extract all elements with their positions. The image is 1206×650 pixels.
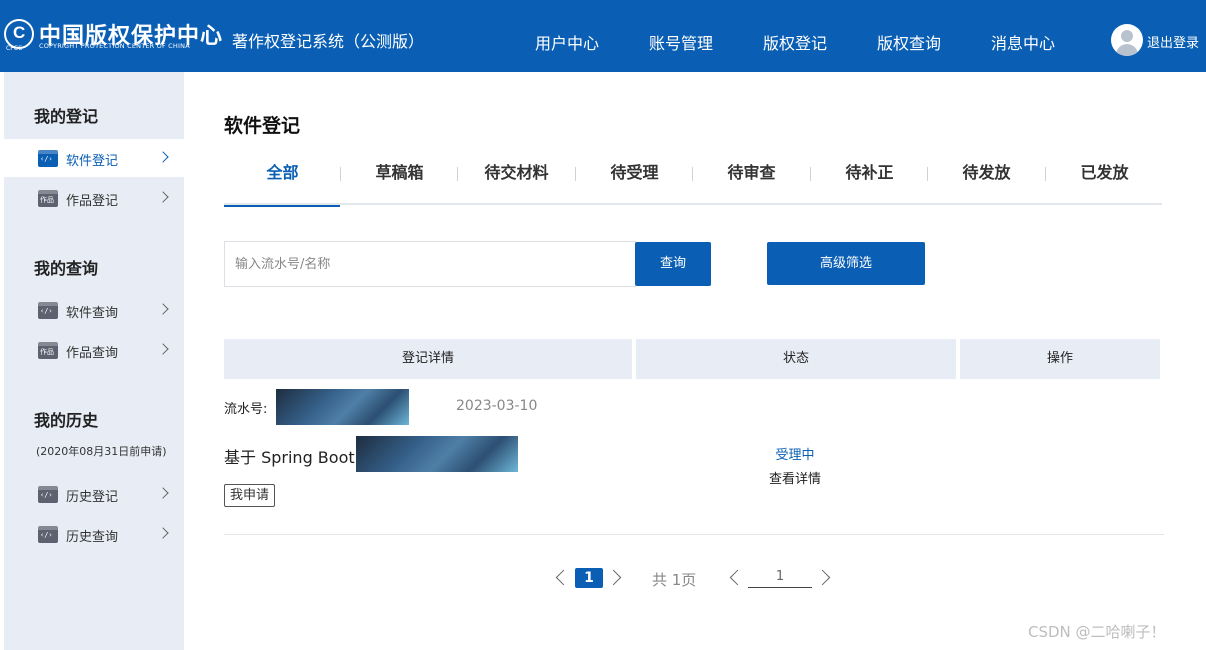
advanced-filter-button[interactable]: 高级筛选 xyxy=(767,242,925,285)
chevron-right-icon xyxy=(157,303,169,315)
sidebar-section-my-history: 我的历史 xyxy=(34,411,99,430)
chevron-right-icon xyxy=(157,487,169,499)
redacted-software-name xyxy=(356,436,518,472)
watermark: CSDN @二哈喇子！ xyxy=(1028,623,1166,641)
table-header-actions: 操作 xyxy=(960,339,1160,379)
tab-pending-correction[interactable]: 待补正 xyxy=(811,150,928,205)
software-name: 基于 Spring Boot xyxy=(224,448,355,467)
nav-copyright-registration[interactable]: 版权登记 xyxy=(763,30,827,54)
status-tabs: 全部 草稿箱 待交材料 待受理 待审查 待补正 待发放 已发放 xyxy=(224,150,1163,207)
chevron-right-icon xyxy=(157,191,169,203)
query-button[interactable]: 查询 xyxy=(635,242,711,286)
current-page-button[interactable]: 1 xyxy=(575,568,603,588)
tab-issued[interactable]: 已发放 xyxy=(1046,150,1163,205)
sidebar-item-history-registration[interactable]: ‹/› 历史登记 xyxy=(4,475,184,513)
sidebar-section-my-query: 我的查询 xyxy=(34,259,99,278)
sidebar-item-label: 软件登记 xyxy=(66,154,119,169)
sidebar-item-label: 历史查询 xyxy=(66,530,119,545)
redacted-serial-number xyxy=(276,389,409,425)
tab-all[interactable]: 全部 xyxy=(224,150,341,207)
code-file-icon: ‹/› xyxy=(38,526,58,543)
logo-text-en: COPYRIGHT PROTECTION CENTER OF CHINA xyxy=(39,42,190,50)
tab-pending-materials[interactable]: 待交材料 xyxy=(458,150,575,205)
row-divider xyxy=(224,534,1164,535)
user-avatar-icon[interactable] xyxy=(1111,24,1143,56)
search-box xyxy=(224,241,636,287)
sidebar-item-work-query[interactable]: 作品 作品查询 xyxy=(4,331,184,369)
jump-next-icon[interactable] xyxy=(814,569,831,586)
work-file-icon: 作品 xyxy=(38,190,58,207)
serial-number-label: 流水号: xyxy=(224,402,268,417)
sidebar-item-work-registration[interactable]: 作品 作品登记 xyxy=(4,179,184,217)
code-file-icon: ‹/› xyxy=(38,302,58,319)
registration-date: 2023-03-10 xyxy=(456,398,538,414)
tab-drafts[interactable]: 草稿箱 xyxy=(341,150,458,205)
logo-abbr: CPCC xyxy=(6,45,23,52)
top-header: 中国版权保护中心 COPYRIGHT PROTECTION CENTER OF … xyxy=(0,0,1206,72)
nav-account-management[interactable]: 账号管理 xyxy=(649,30,713,54)
nav-message-center[interactable]: 消息中心 xyxy=(991,30,1055,54)
next-page-icon[interactable] xyxy=(605,569,622,586)
nav-copyright-query[interactable]: 版权查询 xyxy=(877,30,941,54)
sidebar-item-label: 历史登记 xyxy=(66,490,119,505)
chevron-right-icon xyxy=(157,343,169,355)
table-header-details: 登记详情 xyxy=(224,339,632,379)
history-note: (2020年08月31日前申请) xyxy=(36,445,167,458)
page-jump-input[interactable] xyxy=(748,566,812,588)
chevron-right-icon xyxy=(157,151,169,163)
search-input[interactable] xyxy=(225,242,636,286)
table-header-status: 状态 xyxy=(636,339,956,379)
code-file-icon: ‹/› xyxy=(38,150,58,167)
sidebar-item-software-registration[interactable]: ‹/› 软件登记 xyxy=(4,139,184,177)
page-title: 软件登记 xyxy=(224,115,301,137)
prev-page-icon[interactable] xyxy=(555,569,572,586)
nav-user-center[interactable]: 用户中心 xyxy=(535,30,599,54)
tab-pending-issue[interactable]: 待发放 xyxy=(928,150,1045,205)
tab-pending-review[interactable]: 待审查 xyxy=(693,150,810,205)
sidebar-section-my-registration: 我的登记 xyxy=(34,107,99,126)
status-badge: 受理中 xyxy=(775,448,815,463)
sidebar-item-history-query[interactable]: ‹/› 历史查询 xyxy=(4,515,184,553)
sidebar: 我的登记 ‹/› 软件登记 作品 作品登记 我的查询 ‹/› 软件查询 作品 作… xyxy=(0,72,184,650)
view-details-link[interactable]: 查看详情 xyxy=(769,468,821,487)
code-file-icon: ‹/› xyxy=(38,486,58,503)
work-file-icon: 作品 xyxy=(38,342,58,359)
tab-pending-acceptance[interactable]: 待受理 xyxy=(576,150,693,205)
sidebar-item-software-query[interactable]: ‹/› 软件查询 xyxy=(4,291,184,329)
cpcc-logo[interactable]: 中国版权保护中心 COPYRIGHT PROTECTION CENTER OF … xyxy=(4,18,222,54)
system-title: 著作权登记系统（公测版） xyxy=(232,32,425,51)
jump-prev-icon[interactable] xyxy=(729,569,746,586)
sidebar-item-label: 作品登记 xyxy=(66,194,119,209)
sidebar-item-label: 作品查询 xyxy=(66,346,119,361)
applicant-badge: 我申请 xyxy=(224,484,276,507)
sidebar-item-label: 软件查询 xyxy=(66,306,119,321)
chevron-right-icon xyxy=(157,527,169,539)
logout-link[interactable]: 退出登录 xyxy=(1147,32,1199,51)
total-pages: 共 1页 xyxy=(652,571,697,589)
